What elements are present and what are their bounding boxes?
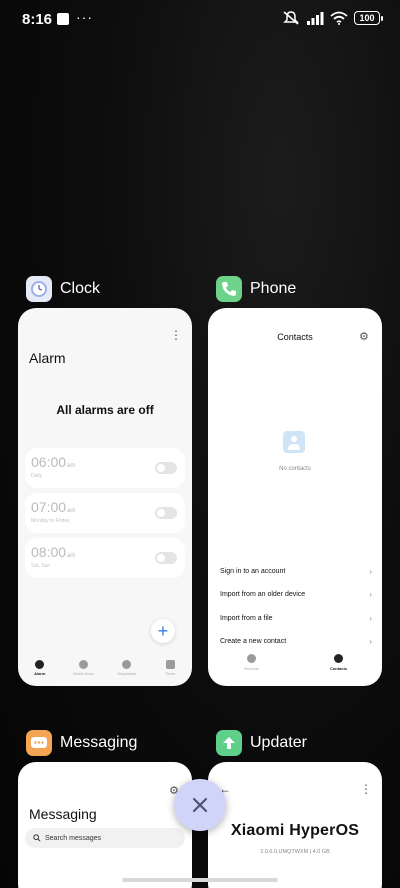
- page-title: Alarm: [29, 350, 66, 366]
- app-header-phone[interactable]: Phone: [216, 276, 296, 302]
- app-card-clock[interactable]: ⋮ Alarm All alarms are off 06:00am Daily…: [18, 308, 192, 686]
- app-header-messaging[interactable]: Messaging: [26, 730, 137, 756]
- alarm-item[interactable]: 07:00am Monday to Friday: [25, 493, 185, 533]
- brand-title: Xiaomi HyperOS: [230, 822, 360, 839]
- tab-label: Contacts: [329, 666, 348, 671]
- app-card-messaging[interactable]: ⚙ Messaging Search messages: [18, 762, 192, 888]
- updater-icon: [216, 730, 242, 756]
- add-alarm-button[interactable]: +: [151, 619, 175, 643]
- menu-item-sign-in[interactable]: Sign in to an account ›: [220, 564, 372, 578]
- recents-icon: [247, 654, 256, 663]
- battery-level: 100: [359, 13, 375, 23]
- tab-label: Timer: [165, 671, 176, 676]
- alarm-item[interactable]: 08:00am Sat, Sun: [25, 538, 185, 578]
- chevron-right-icon: ›: [369, 636, 372, 646]
- world-clock-icon: [78, 660, 88, 669]
- alarm-icon: [35, 660, 45, 669]
- contacts-icon: [334, 654, 343, 663]
- stopwatch-icon: [122, 660, 132, 669]
- phone-icon: [216, 276, 242, 302]
- version-info: 2.0.6.0.UMQTWXM | 4.0 GB: [260, 849, 330, 855]
- menu-item-label: Import from a file: [220, 614, 273, 622]
- status-icons: 100: [282, 10, 383, 26]
- close-icon: [193, 798, 207, 812]
- alarm-toggle[interactable]: [155, 507, 177, 519]
- search-placeholder: Search messages: [45, 834, 102, 842]
- chevron-right-icon: ›: [369, 613, 372, 623]
- status-time: 8:16: [22, 11, 53, 28]
- alarm-repeat: Monday to Friday: [31, 518, 70, 524]
- clear-all-button[interactable]: [174, 779, 226, 831]
- menu-item-import-file[interactable]: Import from a file ›: [220, 611, 372, 625]
- tab-label: Alarm: [34, 671, 46, 676]
- menu-item-import-device[interactable]: Import from an older device ›: [220, 587, 372, 601]
- menu-item-label: Create a new contact: [220, 637, 287, 645]
- more-options-icon[interactable]: ⋮: [360, 782, 372, 796]
- alarm-toggle[interactable]: [155, 552, 177, 564]
- tab-timer[interactable]: Timer: [150, 660, 190, 684]
- timer-icon: [165, 660, 175, 669]
- empty-state-message: No contacts: [279, 466, 311, 472]
- messaging-icon: [26, 730, 52, 756]
- tab-label: World clock: [72, 671, 94, 676]
- alarm-repeat: Daily: [31, 473, 43, 479]
- tab-contacts[interactable]: Contacts: [319, 654, 359, 671]
- wifi-icon: [330, 11, 348, 25]
- page-title: Messaging: [29, 806, 97, 822]
- app-header-updater[interactable]: Updater: [216, 730, 307, 756]
- contact-placeholder-icon: [283, 431, 305, 453]
- tab-alarm[interactable]: Alarm: [20, 660, 60, 684]
- home-indicator[interactable]: [122, 878, 278, 882]
- tab-label: Recents: [244, 666, 259, 671]
- empty-state-message: All alarms are off: [56, 403, 154, 417]
- battery-icon: 100: [354, 11, 383, 25]
- notification-icon: [57, 13, 69, 25]
- bottom-nav: Recents Contacts: [208, 654, 382, 671]
- app-name: Phone: [250, 280, 297, 297]
- menu-item-label: Sign in to an account: [220, 567, 286, 575]
- tab-recents[interactable]: Recents: [232, 654, 272, 671]
- menu-item-create-contact[interactable]: Create a new contact ›: [220, 634, 372, 648]
- app-card-updater[interactable]: ← ⋮ Xiaomi HyperOS 2.0.6.0.UMQTWXM | 4.0…: [208, 762, 382, 888]
- chevron-right-icon: ›: [369, 566, 372, 576]
- tab-stopwatch[interactable]: Stopwatch: [107, 660, 147, 684]
- search-icon: [33, 834, 41, 842]
- alarm-item[interactable]: 06:00am Daily: [25, 448, 185, 488]
- mute-icon: [283, 11, 299, 25]
- more-notifications-icon: ···: [76, 9, 93, 25]
- tab-label: Stopwatch: [117, 671, 137, 676]
- page-title: Contacts: [277, 332, 313, 342]
- alarm-toggle[interactable]: [155, 462, 177, 474]
- status-bar: 8:16 ··· 100: [0, 0, 400, 40]
- alarm-time: 07:00am: [31, 499, 76, 515]
- app-card-phone[interactable]: Contacts ⚙ No contacts Sign in to an acc…: [208, 308, 382, 686]
- app-header-clock[interactable]: Clock: [26, 276, 100, 302]
- more-options-icon[interactable]: ⋮: [170, 328, 182, 342]
- bottom-nav: Alarm World clock Stopwatch Timer: [18, 660, 192, 684]
- signal-icon: [307, 12, 324, 25]
- alarm-time: 06:00am: [31, 454, 76, 470]
- alarm-repeat: Sat, Sun: [31, 563, 51, 569]
- clock-icon: [26, 276, 52, 302]
- alarm-time: 08:00am: [31, 544, 76, 560]
- app-name: Messaging: [60, 734, 138, 751]
- search-input[interactable]: Search messages: [25, 828, 185, 848]
- gear-icon[interactable]: ⚙: [359, 330, 369, 343]
- tab-world-clock[interactable]: World clock: [63, 660, 103, 684]
- chevron-right-icon: ›: [369, 589, 372, 599]
- app-name: Updater: [250, 734, 307, 751]
- app-name: Clock: [60, 280, 101, 297]
- menu-item-label: Import from an older device: [220, 590, 306, 598]
